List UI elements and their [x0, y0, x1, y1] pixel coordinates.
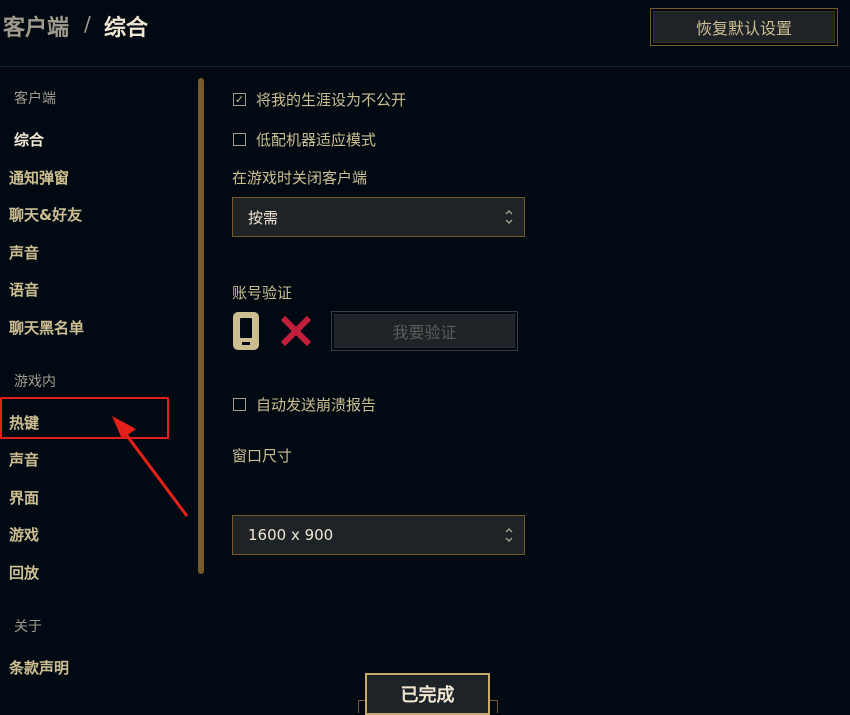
done-button[interactable]: 已完成	[365, 673, 490, 715]
sidebar-item-interface[interactable]: 界面	[9, 487, 39, 508]
header-divider	[0, 66, 850, 67]
private-career-label: 将我的生涯设为不公开	[256, 91, 407, 109]
window-size-label: 窗口尺寸	[232, 447, 293, 465]
low-spec-mode-checkbox[interactable]	[233, 133, 246, 146]
low-spec-mode-option[interactable]: 低配机器适应模式	[233, 129, 376, 150]
breadcrumb-separator: /	[84, 12, 91, 36]
red-x-icon	[280, 315, 312, 347]
close-client-label: 在游戏时关闭客户端	[232, 169, 368, 187]
reset-defaults-button[interactable]: 恢复默认设置	[650, 8, 838, 46]
sidebar-item-ingame-sound[interactable]: 声音	[9, 449, 39, 470]
window-size-select[interactable]: 1600 x 900	[232, 515, 525, 555]
sidebar-section-ingame: 游戏内	[14, 374, 56, 390]
breadcrumb-parent[interactable]: 客户端	[3, 10, 69, 42]
close-client-value: 按需	[248, 208, 279, 227]
updown-chevron-icon	[505, 209, 513, 225]
phone-icon	[233, 312, 259, 350]
window-size-value: 1600 x 900	[248, 526, 334, 544]
sidebar-item-sound[interactable]: 声音	[9, 242, 39, 263]
sidebar-item-game[interactable]: 游戏	[9, 524, 39, 545]
private-career-option[interactable]: ✓ 将我的生涯设为不公开	[233, 89, 406, 110]
crash-report-option[interactable]: 自动发送崩溃报告	[233, 394, 376, 415]
private-career-checkbox[interactable]: ✓	[233, 93, 246, 106]
crash-report-checkbox[interactable]	[233, 398, 246, 411]
sidebar-item-terms[interactable]: 条款声明	[9, 657, 69, 678]
page-title: 综合	[104, 16, 149, 41]
crash-report-label: 自动发送崩溃报告	[256, 396, 377, 414]
sidebar-item-voice[interactable]: 语音	[9, 279, 39, 300]
verify-button[interactable]: 我要验证	[331, 311, 518, 351]
sidebar-item-notifications[interactable]: 通知弹窗	[9, 167, 69, 188]
sidebar-item-chat-friends[interactable]: 聊天&好友	[9, 204, 82, 225]
sidebar-section-client: 客户端	[14, 91, 56, 107]
low-spec-mode-label: 低配机器适应模式	[256, 131, 377, 149]
annotation-arrow-icon	[112, 416, 189, 517]
updown-chevron-icon	[505, 527, 513, 543]
sidebar-section-about: 关于	[14, 619, 42, 635]
sidebar-item-general[interactable]: 综合	[14, 129, 44, 150]
account-verify-label: 账号验证	[232, 284, 293, 302]
close-client-select[interactable]: 按需	[232, 197, 525, 237]
sidebar-item-chat-blacklist[interactable]: 聊天黑名单	[9, 317, 84, 338]
done-frame-right	[489, 700, 498, 713]
sidebar-item-replays[interactable]: 回放	[9, 562, 39, 583]
